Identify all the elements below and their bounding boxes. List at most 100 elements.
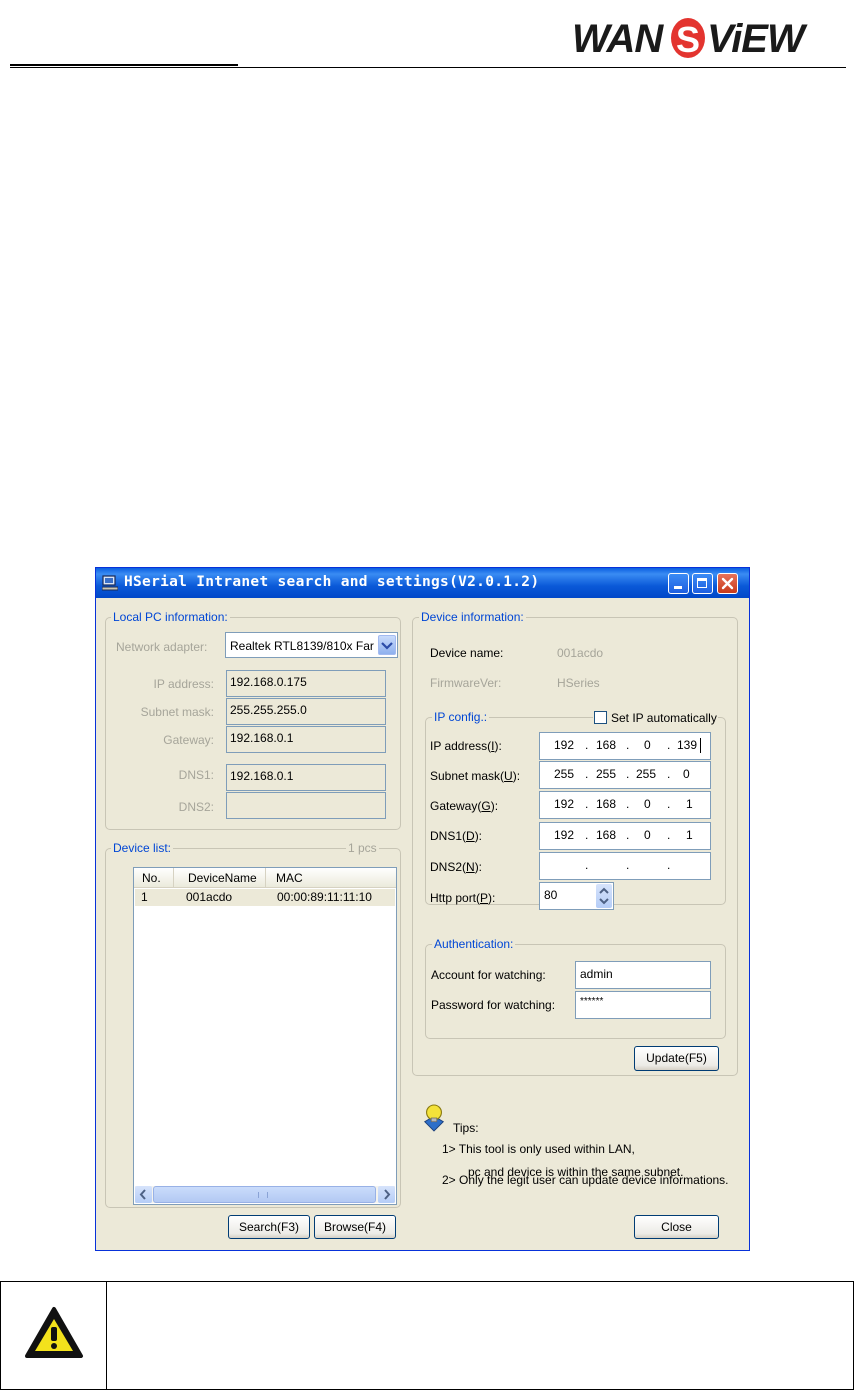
pc-dns1-label: DNS1: — [178, 768, 214, 782]
pc-dns2-label: DNS2: — [178, 800, 214, 814]
ip-dot-2: . — [626, 738, 630, 752]
title-bar[interactable]: HSerial Intranet search and settings(V2.… — [96, 568, 749, 598]
spinner-arrows-icon — [599, 887, 609, 905]
dns2-dot-2: . — [626, 858, 630, 872]
ip-config-title: IP config.: — [432, 710, 490, 724]
maximize-icon — [697, 578, 707, 588]
gateway-dot-1: . — [585, 797, 589, 811]
row-no: 1 — [141, 890, 148, 904]
gateway-input[interactable]: 192 . 168 . 0 . 1 — [539, 791, 711, 819]
dns1-dot-2: . — [626, 828, 630, 842]
device-name-value: 001acdo — [557, 646, 604, 660]
col-name-header[interactable]: DeviceName — [174, 868, 266, 888]
device-count: 1 pcs — [346, 841, 379, 855]
gateway-dot-3: . — [667, 797, 671, 811]
pc-gateway-field: 192.168.0.1 — [226, 726, 386, 753]
maximize-button[interactable] — [692, 573, 713, 594]
close-window-button[interactable] — [717, 573, 738, 594]
ip-octet-3: 0 — [644, 738, 651, 752]
subnet-dot-2: . — [626, 767, 630, 781]
minimize-button[interactable] — [668, 573, 689, 594]
scroll-thumb[interactable] — [153, 1186, 376, 1203]
app-icon — [102, 575, 118, 591]
firmware-value: HSeries — [557, 676, 600, 690]
warning-separator — [106, 1281, 107, 1390]
gateway-label: Gateway(G): — [430, 799, 499, 813]
chevron-right-icon — [384, 1189, 391, 1200]
grip-icon — [258, 1192, 268, 1198]
gateway-octet-3: 0 — [644, 797, 651, 811]
minimize-icon — [674, 586, 682, 589]
app-window: HSerial Intranet search and settings(V2.… — [95, 567, 750, 1251]
tips-title: Tips: — [453, 1121, 479, 1135]
warning-table — [0, 1281, 854, 1390]
port-spinner[interactable] — [596, 884, 612, 908]
row-mac: 00:00:89:11:11:10 — [277, 890, 372, 904]
text-cursor — [700, 738, 701, 753]
gateway-octet-1: 192 — [554, 797, 575, 811]
pc-subnet-label: Subnet mask: — [140, 705, 214, 719]
warning-icon — [25, 1307, 83, 1358]
device-name-label: Device name: — [430, 646, 504, 660]
header-underline — [10, 64, 238, 66]
password-input[interactable]: ****** — [575, 991, 711, 1019]
dns2-input[interactable]: . . . — [539, 852, 711, 880]
pc-subnet-field: 255.255.255.0 — [226, 698, 386, 725]
table-row[interactable]: 1 001acdo 00:00:89:11:11:10 — [135, 889, 395, 906]
http-port-value: 80 — [544, 888, 558, 902]
ip-address-input[interactable]: 192 . 168 . 0 . 139 — [539, 732, 711, 760]
network-adapter-value: Realtek RTL8139/810x Far — [230, 639, 374, 653]
scroll-left-button[interactable] — [135, 1186, 152, 1203]
ip-octet-4: 139 — [677, 738, 698, 752]
checkbox-box[interactable] — [594, 711, 607, 724]
row-device-name: 001acdo — [186, 890, 233, 904]
subnet-mask-input[interactable]: 255 . 255 . 255 . 0 — [539, 761, 711, 789]
set-ip-auto-checkbox[interactable]: Set IP automatically — [593, 710, 718, 726]
dns1-octet-3: 0 — [644, 828, 651, 842]
firmware-label: FirmwareVer: — [430, 676, 502, 690]
dns2-label: DNS2(N): — [430, 860, 483, 874]
close-icon — [721, 577, 734, 590]
device-list[interactable]: No. DeviceName MAC 1 001acdo 00:00:89:11… — [133, 867, 397, 1205]
gateway-octet-4: 1 — [686, 797, 693, 811]
gateway-dot-2: . — [626, 797, 630, 811]
browse-button[interactable]: Browse(F4) — [314, 1215, 396, 1239]
auth-title: Authentication: — [432, 937, 516, 951]
subnet-octet-2: 255 — [596, 767, 617, 781]
subnet-dot-1: . — [585, 767, 589, 781]
password-label: Password for watching: — [431, 998, 556, 1012]
device-info-title: Device information: — [419, 610, 526, 624]
svg-text:ViEW: ViEW — [707, 17, 808, 60]
http-port-label: Http port(P): — [430, 891, 496, 905]
dns1-label: DNS1(D): — [430, 829, 483, 843]
col-no-header[interactable]: No. — [134, 868, 174, 888]
dns1-dot-1: . — [585, 828, 589, 842]
svg-text:WAN: WAN — [572, 17, 664, 60]
http-port-input[interactable]: 80 — [539, 882, 614, 910]
wansview-logo: WAN S ViEW — [572, 17, 809, 60]
horizontal-scrollbar[interactable] — [135, 1186, 395, 1203]
lightbulb-icon — [423, 1104, 445, 1132]
local-pc-title: Local PC information: — [111, 610, 230, 624]
account-label: Account for watching: — [431, 968, 546, 982]
ip-octet-1: 192 — [554, 738, 575, 752]
pc-dns2-field — [226, 792, 386, 819]
pc-gateway-label: Gateway: — [163, 733, 214, 747]
ip-octet-2: 168 — [596, 738, 617, 752]
dns1-octet-4: 1 — [686, 828, 693, 842]
dns1-input[interactable]: 192 . 168 . 0 . 1 — [539, 822, 711, 850]
col-mac-header[interactable]: MAC — [266, 868, 396, 888]
subnet-octet-1: 255 — [554, 767, 575, 781]
pc-ip-field: 192.168.0.175 — [226, 670, 386, 697]
update-button[interactable]: Update(F5) — [634, 1046, 719, 1071]
network-adapter-label: Network adapter: — [116, 640, 208, 654]
account-input[interactable]: admin — [575, 961, 711, 989]
network-adapter-select[interactable]: Realtek RTL8139/810x Far — [225, 632, 398, 658]
chevron-left-icon — [139, 1189, 146, 1200]
close-button[interactable]: Close — [634, 1215, 719, 1239]
scroll-right-button[interactable] — [378, 1186, 395, 1203]
dns1-dot-3: . — [667, 828, 671, 842]
dropdown-button[interactable] — [378, 635, 396, 655]
device-list-title: Device list: — [111, 841, 174, 855]
search-button[interactable]: Search(F3) — [228, 1215, 310, 1239]
